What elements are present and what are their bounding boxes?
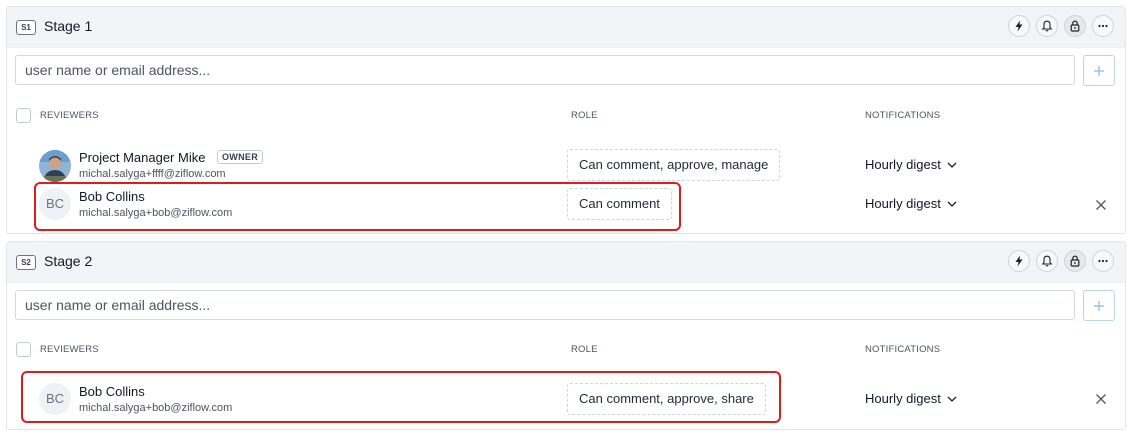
stage-badge: S2 xyxy=(16,255,36,270)
lightning-icon[interactable] xyxy=(1008,15,1030,37)
more-icon[interactable] xyxy=(1092,15,1114,37)
avatar xyxy=(39,150,71,182)
lightning-icon[interactable] xyxy=(1008,250,1030,272)
reviewer-name: Bob Collins xyxy=(79,384,145,399)
add-reviewer-button[interactable] xyxy=(1083,55,1115,86)
chevron-down-icon xyxy=(947,396,957,402)
notification-label: Hourly digest xyxy=(865,157,941,172)
reviewers-column-header: REVIEWERS xyxy=(40,110,99,121)
reviewer-email: michal.salyga+ffff@ziflow.com xyxy=(79,168,226,180)
chevron-down-icon xyxy=(947,162,957,168)
select-all-checkbox[interactable] xyxy=(16,108,31,123)
lock-icon[interactable] xyxy=(1064,15,1086,37)
avatar: BC xyxy=(39,188,71,220)
select-all-checkbox[interactable] xyxy=(16,342,31,357)
add-reviewer-button[interactable] xyxy=(1083,290,1115,321)
avatar: BC xyxy=(39,383,71,415)
role-select[interactable]: Can comment, approve, manage xyxy=(567,149,781,181)
notification-select[interactable]: Hourly digest xyxy=(865,196,957,211)
notification-select[interactable]: Hourly digest xyxy=(865,391,957,406)
reviewer-search-input[interactable] xyxy=(15,290,1075,320)
role-column-header: ROLE xyxy=(571,110,598,121)
reviewer-email: michal.salyga+bob@ziflow.com xyxy=(79,207,233,219)
notification-select[interactable]: Hourly digest xyxy=(865,157,957,172)
stage-badge: S1 xyxy=(16,20,36,35)
role-select[interactable]: Can comment, approve, share xyxy=(567,383,766,415)
notification-label: Hourly digest xyxy=(865,391,941,406)
stage-1-panel: S1 Stage 1 REVIEWERS ROLE NOTIFICATIONS xyxy=(6,6,1126,234)
owner-badge: OWNER xyxy=(217,150,263,164)
notifications-column-header: NOTIFICATIONS xyxy=(865,344,941,355)
stage-title[interactable]: Stage 2 xyxy=(44,253,92,269)
reviewer-search-input[interactable] xyxy=(15,55,1075,85)
notification-label: Hourly digest xyxy=(865,196,941,211)
remove-reviewer-icon[interactable] xyxy=(1094,198,1108,212)
bell-icon[interactable] xyxy=(1036,250,1058,272)
role-column-header: ROLE xyxy=(571,344,598,355)
stage-2-panel: S2 Stage 2 REVIEWERS ROLE NOTIFICATIONS … xyxy=(6,241,1126,430)
notifications-column-header: NOTIFICATIONS xyxy=(865,110,941,121)
role-select[interactable]: Can comment xyxy=(567,188,672,220)
reviewer-name: Bob Collins xyxy=(79,189,145,204)
more-icon[interactable] xyxy=(1092,250,1114,272)
reviewers-column-header: REVIEWERS xyxy=(40,344,99,355)
lock-icon[interactable] xyxy=(1064,250,1086,272)
reviewer-name: Project Manager Mike xyxy=(79,150,206,165)
stage-title[interactable]: Stage 1 xyxy=(44,18,92,34)
bell-icon[interactable] xyxy=(1036,15,1058,37)
remove-reviewer-icon[interactable] xyxy=(1094,392,1108,406)
stage-1-header: S1 Stage 1 xyxy=(7,7,1125,48)
chevron-down-icon xyxy=(947,201,957,207)
reviewer-email: michal.salyga+bob@ziflow.com xyxy=(79,402,233,414)
stage-2-header: S2 Stage 2 xyxy=(7,242,1125,283)
